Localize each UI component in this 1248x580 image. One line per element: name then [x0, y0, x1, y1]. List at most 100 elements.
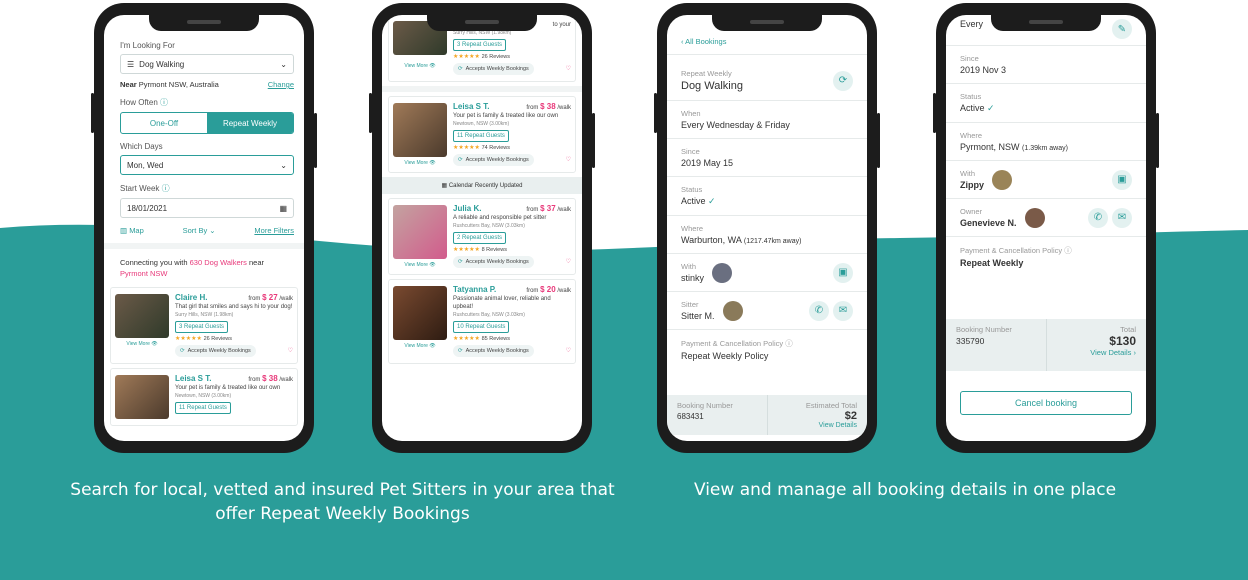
start-week-row: Start Week ⓘ: [120, 183, 294, 194]
pet-name: Zippy: [960, 180, 984, 190]
map-label: Map: [129, 226, 144, 235]
sitter-price: $ 27: [262, 293, 278, 302]
days-select[interactable]: Mon, Wed ⌄: [120, 155, 294, 175]
help-icon[interactable]: ⓘ: [162, 184, 170, 193]
star-rating: ★★★★★: [453, 247, 480, 253]
view-more-label: View More: [404, 63, 428, 69]
booking-number-label: Booking Number: [956, 325, 1012, 334]
accepts-weekly-badge: ⟳ Accepts Weekly Bookings: [453, 256, 534, 268]
favorite-heart-icon[interactable]: ♡: [566, 65, 571, 73]
sort-button[interactable]: Sort By ⌄: [183, 226, 216, 235]
price-unit: /walk: [557, 207, 571, 213]
when-value-partial: Every: [960, 19, 984, 29]
walker-count: 630 Dog Walkers: [189, 258, 247, 267]
review-count: 8 Reviews: [481, 247, 507, 253]
one-off-option[interactable]: One-Off: [121, 113, 207, 133]
map-icon: ▥: [120, 226, 128, 235]
sitter-photo: [393, 103, 447, 157]
more-filters-link[interactable]: More Filters: [254, 226, 294, 235]
when-value: Every Wednesday & Friday: [681, 120, 790, 130]
owner-name: Genevieve N.: [960, 218, 1017, 228]
sitter-location: Rushcutters Bay, NSW (3.03km): [453, 312, 525, 318]
pet-profile-icon[interactable]: ▣: [833, 262, 853, 283]
message-icon[interactable]: ✉: [833, 300, 853, 321]
repeat-guests-badge: 10 Repeat Guests: [453, 321, 510, 333]
sort-label: Sort By: [182, 226, 208, 235]
message-icon[interactable]: ✉: [1112, 207, 1132, 228]
since-value: 2019 Nov 3: [960, 65, 1007, 75]
check-circle-icon: ✓: [708, 196, 716, 206]
where-distance: (1217.47km away): [743, 238, 802, 245]
sitter-avatar: [722, 300, 743, 321]
view-more-link[interactable]: View More 👁: [393, 262, 447, 268]
help-icon[interactable]: ⓘ: [160, 98, 168, 107]
since-value: 2019 May 15: [681, 158, 734, 168]
phone-notch: [991, 15, 1101, 31]
phone-notch: [149, 15, 259, 31]
sitter-card[interactable]: Leisa S T. from $ 38 /walk Your pet is fa…: [110, 368, 298, 426]
from-label: from: [526, 288, 539, 294]
pet-name: stinky: [681, 273, 705, 283]
policy-value: Repeat Weekly: [960, 258, 1024, 268]
chevron-left-icon: ‹: [681, 37, 684, 46]
service-value: Dog Walking: [139, 59, 185, 69]
view-more-label: View More: [126, 341, 150, 347]
near-text: near: [248, 258, 264, 267]
repeat-weekly-option[interactable]: Repeat Weekly: [207, 113, 293, 133]
connecting-text: Connecting you with: [120, 258, 188, 267]
view-more-link[interactable]: View More 👁: [393, 343, 447, 349]
calendar-updated-banner: ▦ Calendar Recently Updated: [382, 177, 582, 194]
sitter-card[interactable]: View More 👁 Julia K. from $ 37 /walk A re…: [388, 198, 576, 275]
sitter-card[interactable]: View More 👁 Claire H. from $ 27 /walk Tha…: [110, 287, 298, 364]
booking-number: 335790: [956, 336, 985, 346]
sitter-description: Your pet is family & treated like our ow…: [453, 113, 559, 119]
accepts-label: Accepts Weekly Bookings: [465, 348, 529, 354]
repeat-booking-icon[interactable]: ⟳: [833, 70, 853, 91]
pet-profile-icon[interactable]: ▣: [1112, 169, 1132, 190]
accepts-weekly-badge: ⟳ Accepts Weekly Bookings: [175, 345, 256, 357]
repeat-guests-badge: 11 Repeat Guests: [453, 130, 509, 142]
start-week-value: 18/01/2021: [127, 203, 168, 213]
view-more-link[interactable]: View More 👁: [393, 63, 447, 69]
edit-icon[interactable]: ✎: [1112, 19, 1132, 39]
accepts-label: Accepts Weekly Bookings: [187, 348, 251, 354]
looking-label: I'm Looking For: [120, 41, 175, 50]
view-details-link[interactable]: View Details ›: [1057, 348, 1136, 357]
view-details-link[interactable]: View Details: [778, 422, 857, 429]
view-more-link[interactable]: View More 👁: [115, 341, 169, 347]
cancel-booking-button[interactable]: Cancel booking: [960, 391, 1132, 415]
favorite-heart-icon[interactable]: ♡: [566, 258, 571, 266]
accepts-label: Accepts Weekly Bookings: [465, 157, 529, 163]
change-link[interactable]: Change: [268, 80, 294, 89]
view-more-link[interactable]: View More 👁: [393, 160, 447, 166]
accepts-label: Accepts Weekly Bookings: [465, 66, 529, 72]
screen-booking-details: ‹ All Bookings Repeat Weekly Dog Walking …: [667, 15, 867, 441]
where-label: Where: [960, 131, 983, 140]
favorite-heart-icon[interactable]: ♡: [566, 347, 571, 355]
booking-footer: Booking Number 683431 Estimated Total $2 Vi…: [667, 395, 867, 435]
sitter-location: Newtown, NSW (3.00km): [453, 121, 510, 127]
service-select[interactable]: ☰ Dog Walking ⌄: [120, 54, 294, 74]
which-days-label: Which Days: [120, 142, 163, 151]
sitter-card[interactable]: View More 👁 Tatyanna P. from $ 20 /walk P…: [388, 279, 576, 364]
info-icon[interactable]: ⓘ: [785, 339, 793, 348]
repeat-guests-badge: 3 Repeat Guests: [175, 321, 229, 333]
total-value: $130: [1109, 334, 1136, 348]
start-week-input[interactable]: 18/01/2021 ▦: [120, 198, 294, 218]
repeat-icon: ⟳: [458, 66, 463, 72]
sitter-card[interactable]: View More 👁 Leisa S T. from $ 38 /walk Yo…: [388, 96, 576, 173]
map-button[interactable]: ▥ Map: [120, 226, 144, 235]
from-label: from: [526, 105, 539, 111]
review-count: 26 Reviews: [481, 54, 511, 60]
phone-icon[interactable]: ✆: [809, 300, 829, 321]
policy-label: Payment & Cancellation Policy: [681, 339, 784, 348]
info-icon[interactable]: ⓘ: [1064, 246, 1072, 255]
favorite-heart-icon[interactable]: ♡: [288, 347, 293, 355]
where-value: Pyrmont, NSW: [960, 142, 1020, 152]
favorite-heart-icon[interactable]: ♡: [566, 156, 571, 164]
sitter-photo: [115, 294, 169, 338]
where-label: Where: [681, 224, 704, 233]
phone-icon[interactable]: ✆: [1088, 207, 1108, 228]
status-label: Status: [960, 92, 982, 101]
owner-label: Owner: [960, 207, 983, 216]
